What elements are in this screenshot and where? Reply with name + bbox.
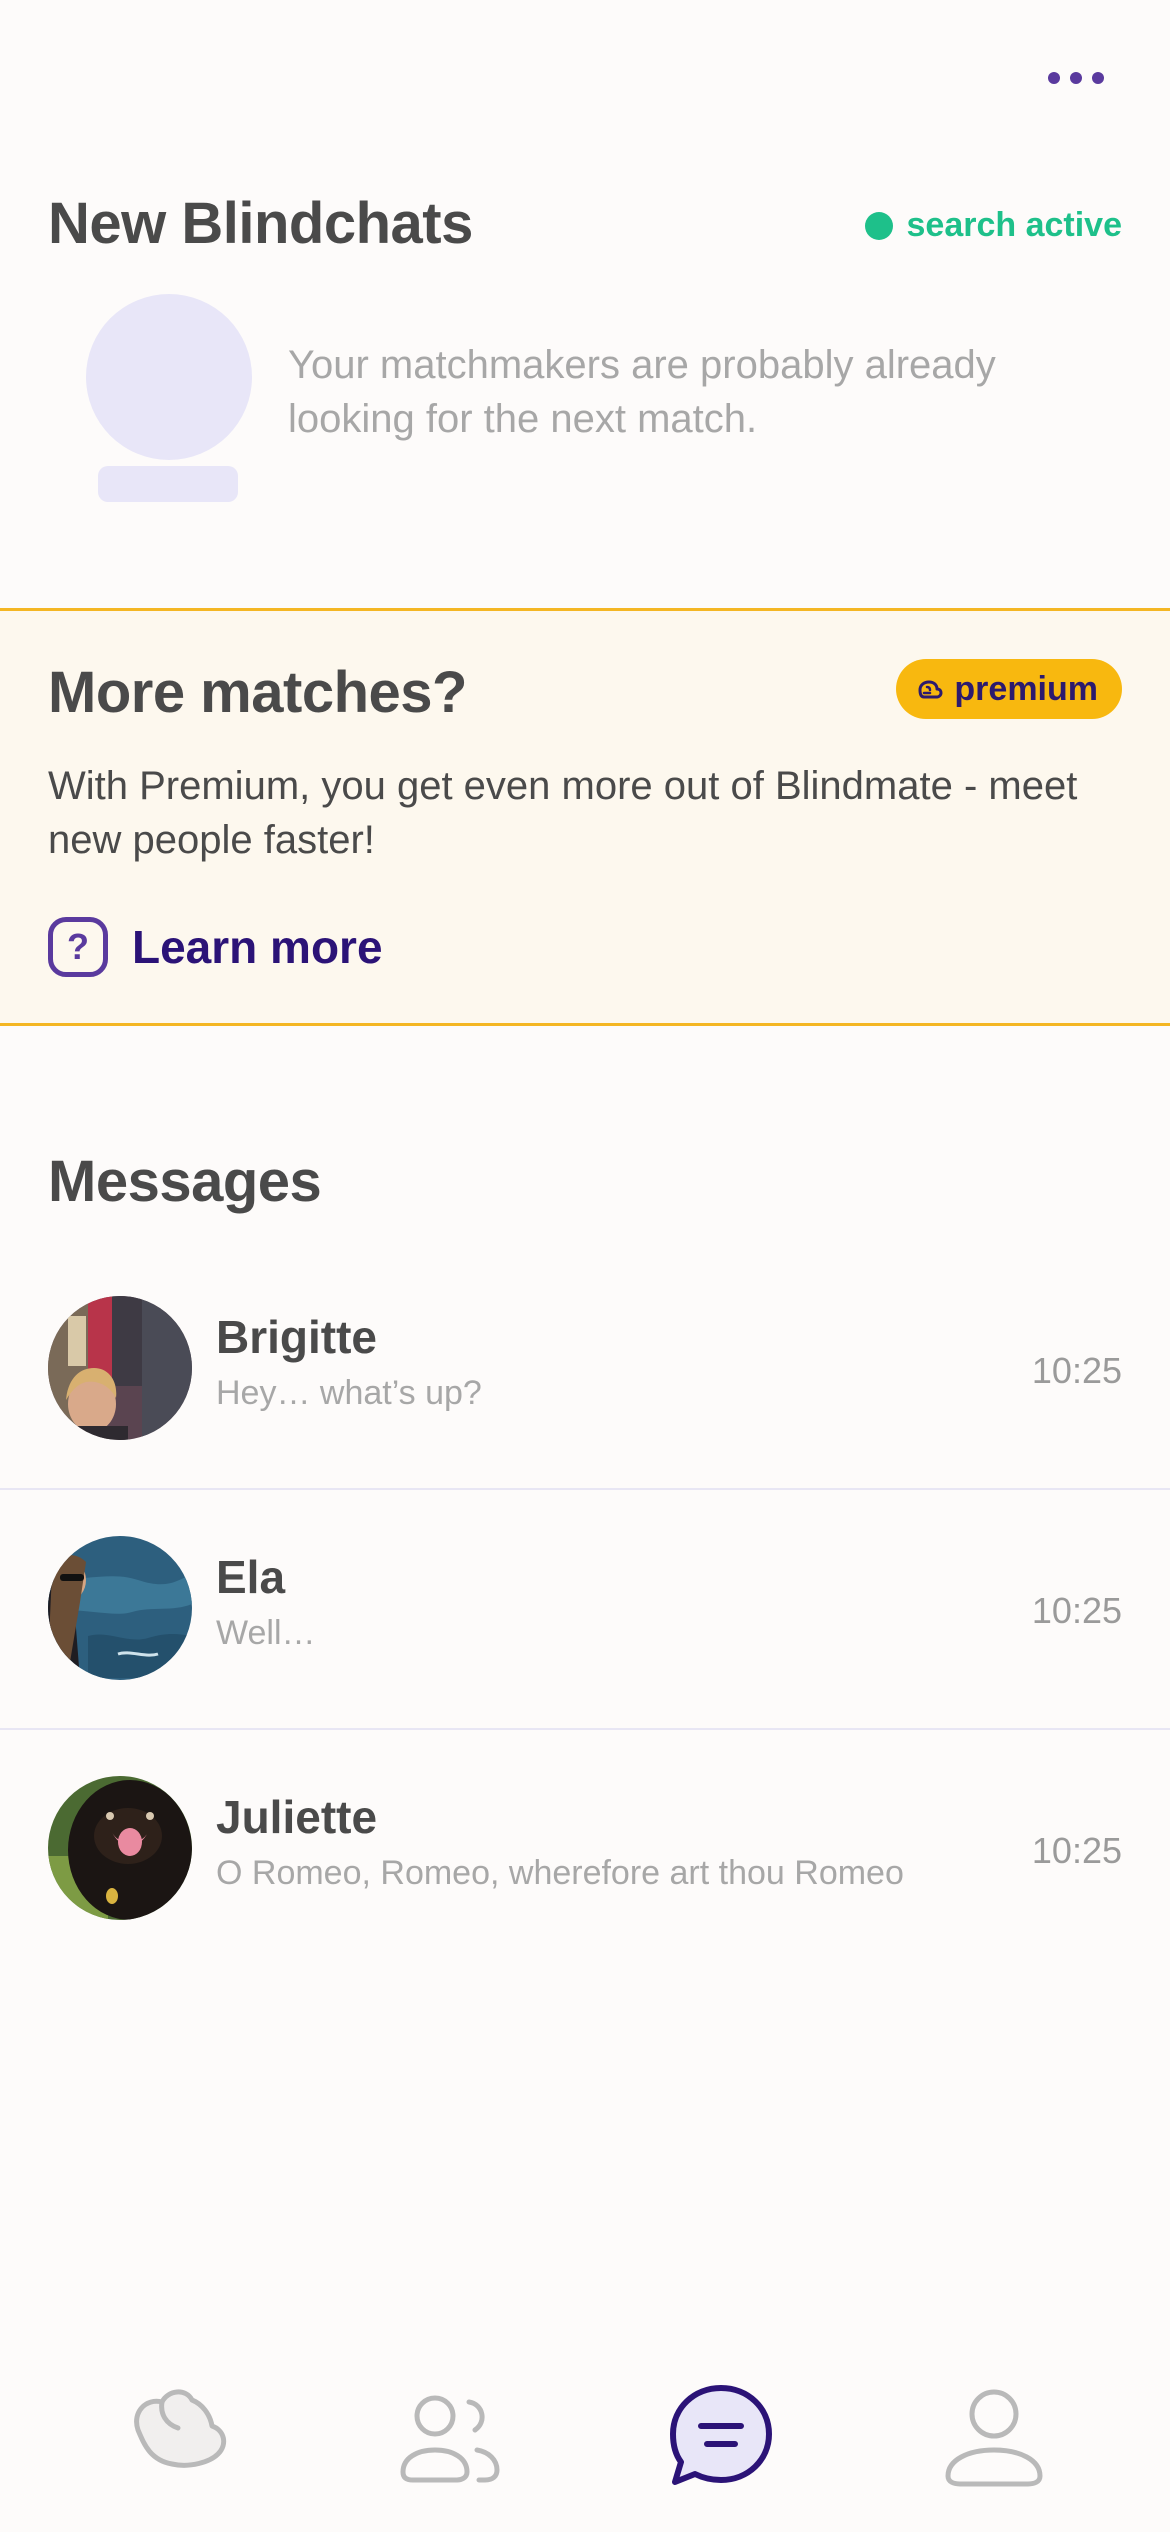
tab-chats[interactable]: [651, 2366, 791, 2506]
message-preview: Well…: [216, 1614, 316, 1652]
blindchats-empty-text: Your matchmakers are probably already lo…: [288, 343, 996, 441]
search-status: search active: [864, 206, 1123, 245]
tab-matches[interactable]: [106, 2366, 246, 2506]
message-time: 10:25: [1031, 1830, 1122, 1871]
learn-more-link[interactable]: ? Learn more: [48, 917, 383, 977]
help-icon: ?: [48, 917, 108, 977]
placeholder-avatar: [86, 294, 252, 504]
contact-name: Ela: [216, 1551, 286, 1603]
bottom-tab-bar: [0, 2340, 1170, 2532]
premium-title: More matches?: [48, 660, 467, 725]
message-row-juliette[interactable]: Juliette O Romeo, Romeo, wherefore art t…: [0, 1730, 1170, 1970]
new-blindchats-section: New Blindchats search active Your matchm…: [48, 190, 1123, 502]
message-row-brigitte[interactable]: Brigitte Hey… what’s up? 10:25: [0, 1250, 1170, 1490]
message-time: 10:25: [1031, 1350, 1122, 1391]
message-row-ela[interactable]: Ela Well… 10:25: [0, 1490, 1170, 1730]
message-preview: O Romeo, Romeo, wherefore art thou Romeo: [216, 1854, 904, 1892]
message-list: Brigitte Hey… what’s up? 10:25 Ela Well……: [0, 1250, 1170, 1970]
contact-name: Juliette: [216, 1791, 378, 1843]
profile-icon: [945, 2389, 1043, 2487]
tab-friends[interactable]: [379, 2366, 519, 2506]
tab-profile[interactable]: [924, 2366, 1064, 2506]
people-icon: [400, 2395, 500, 2483]
premium-badge[interactable]: premium: [896, 659, 1122, 719]
avatar-ela: [48, 1536, 192, 1680]
premium-brain-icon: [918, 680, 943, 699]
avatar-juliette: [48, 1776, 192, 1920]
learn-more-label: Learn more: [132, 921, 383, 973]
premium-card: More matches? premium With Premium, you …: [0, 608, 1170, 1026]
premium-badge-label: premium: [954, 669, 1098, 708]
heart-icon: [134, 2389, 227, 2468]
messages-title: Messages: [48, 1149, 322, 1214]
search-status-label: search active: [906, 206, 1123, 244]
avatar-brigitte: [48, 1296, 192, 1440]
message-preview: Hey… what’s up?: [216, 1374, 482, 1412]
chat-icon: [670, 2385, 773, 2485]
message-time: 10:25: [1031, 1590, 1122, 1631]
contact-name: Brigitte: [216, 1311, 377, 1363]
more-options-icon[interactable]: [1040, 58, 1112, 98]
status-dot-icon: [864, 211, 893, 240]
premium-description: With Premium, you get even more out of B…: [48, 764, 1078, 862]
top-bar: [0, 0, 1170, 150]
